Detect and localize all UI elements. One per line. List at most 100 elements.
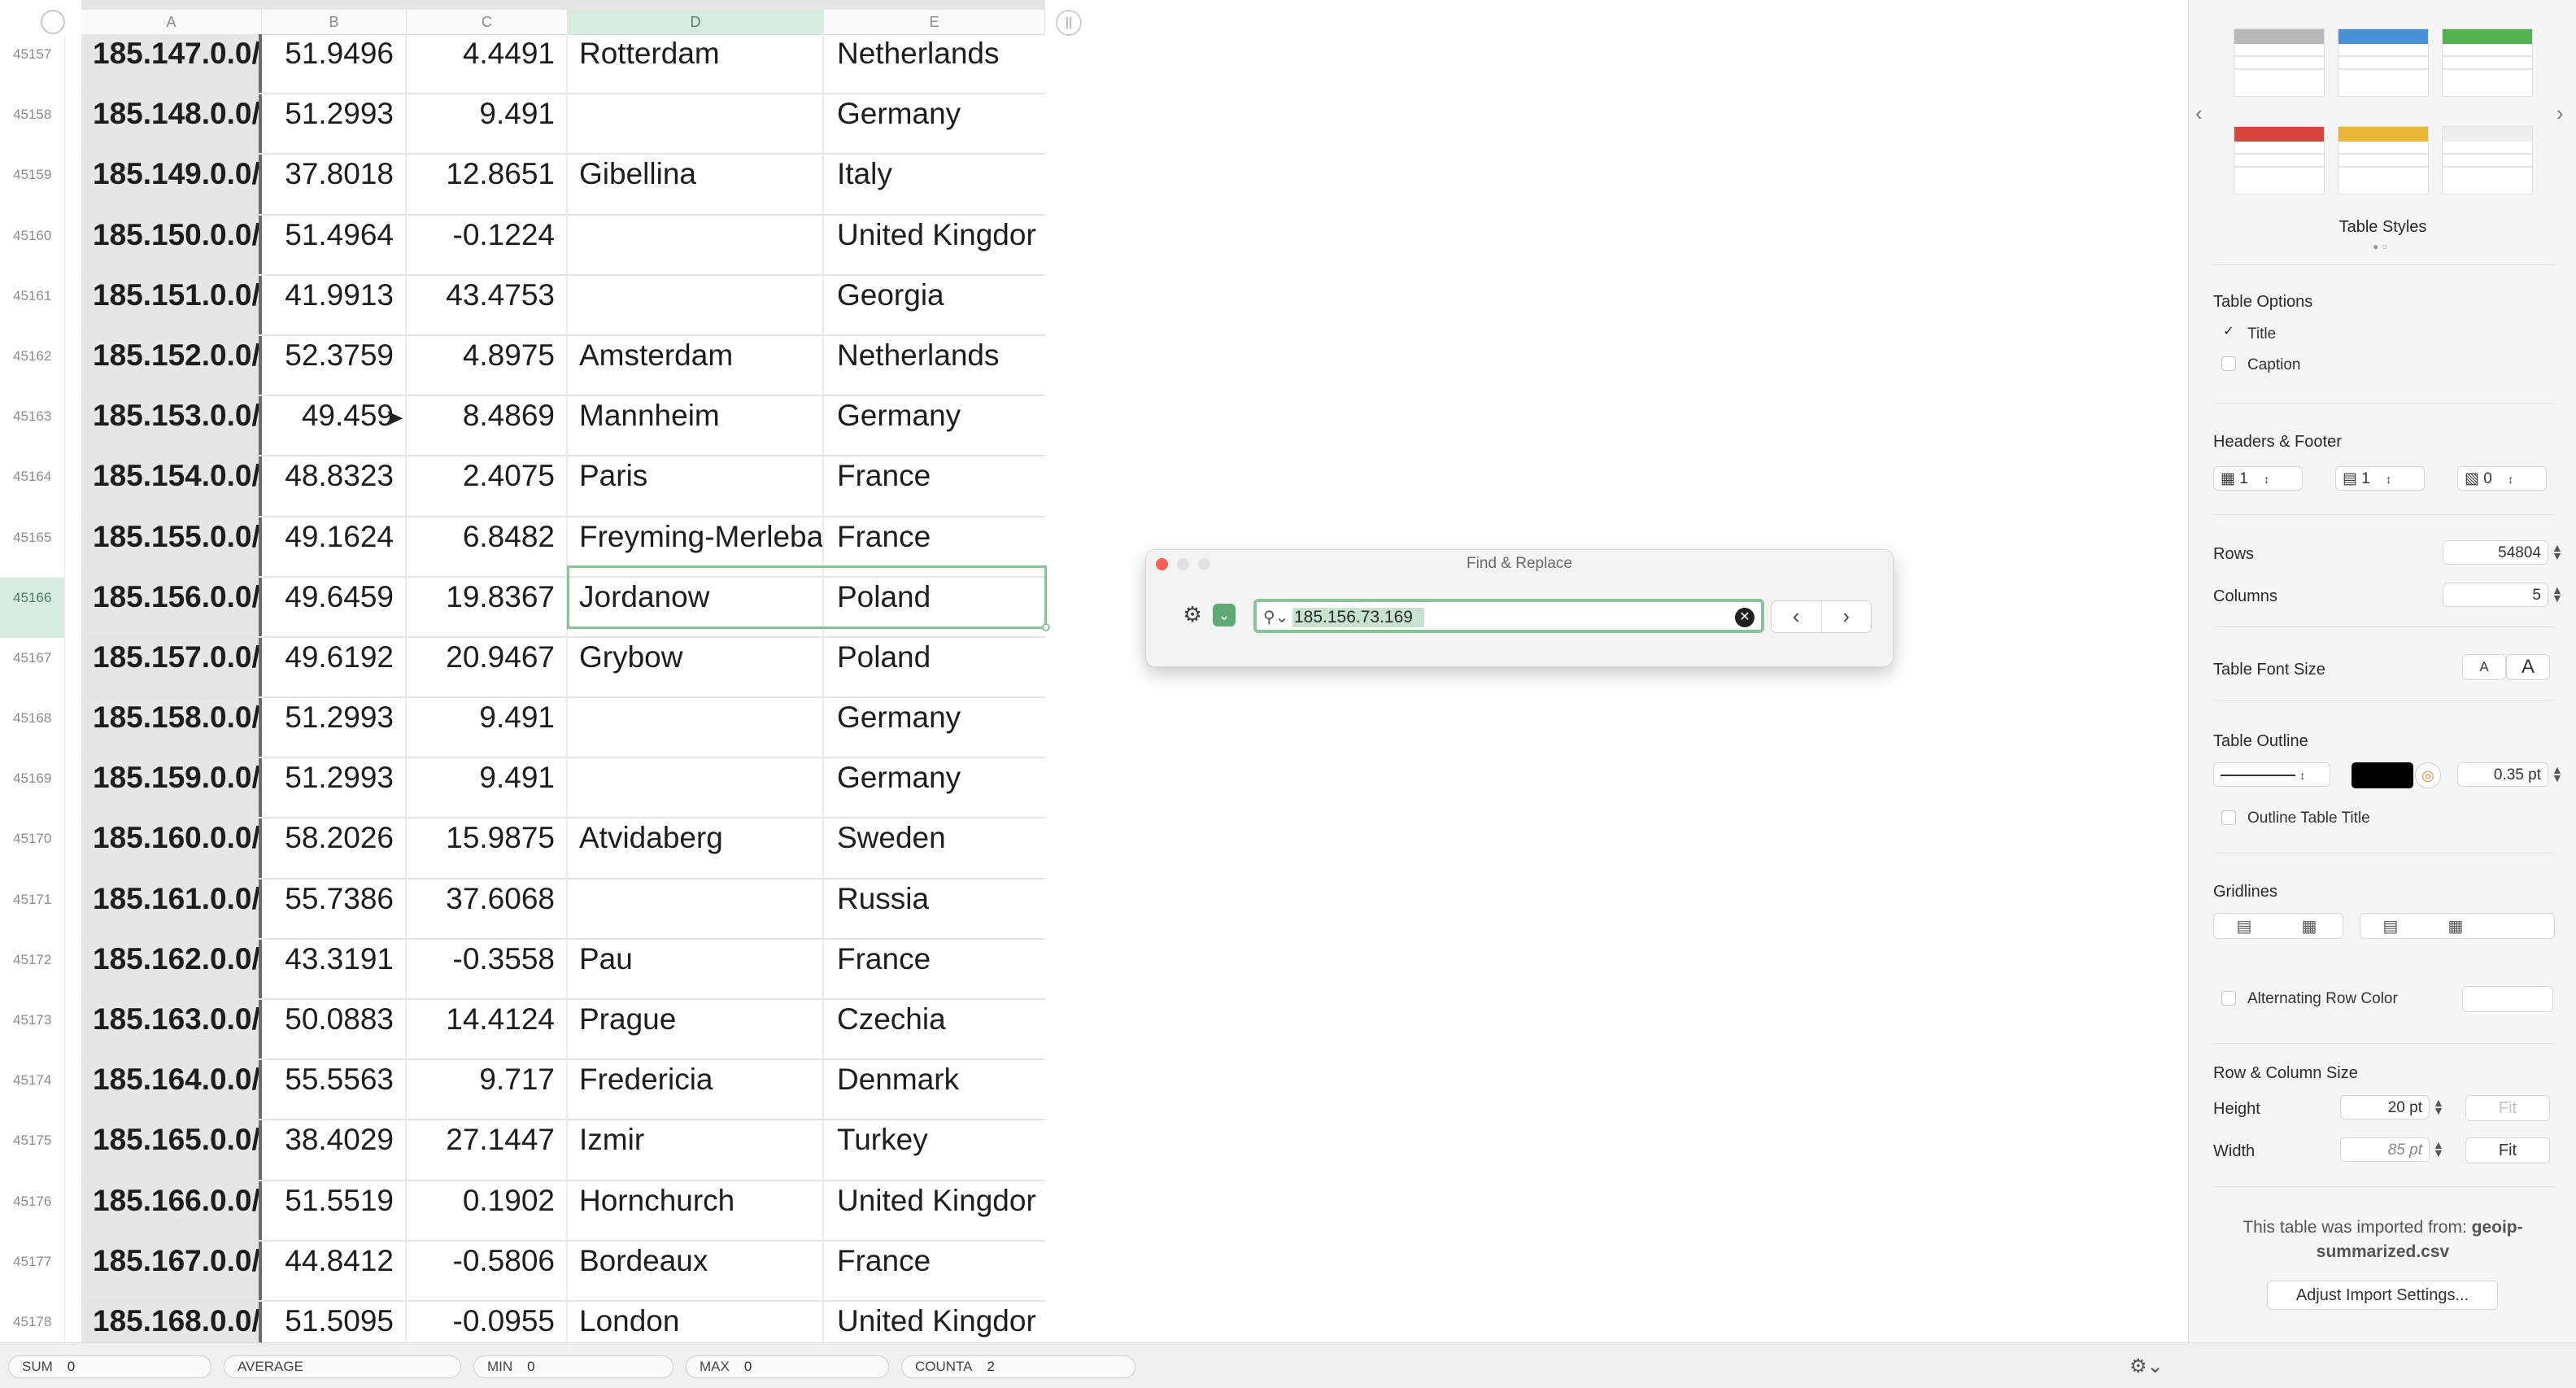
- counta-stat[interactable]: COUNTA 2: [901, 1355, 1135, 1378]
- table-row[interactable]: 185.150.0.0/51.4964 -0.1224 United Kingdor: [81, 215, 1045, 276]
- table-cell[interactable]: 43.3191: [262, 939, 407, 998]
- table-cell[interactable]: 50.0883: [262, 1000, 407, 1059]
- table-cell[interactable]: Izmir: [568, 1120, 824, 1180]
- outline-title-checkbox[interactable]: [2221, 810, 2236, 825]
- height-fit-button[interactable]: Fit: [2465, 1095, 2550, 1121]
- table-cell[interactable]: [568, 94, 824, 154]
- table-row[interactable]: 185.155.0.0/49.1624 6.8482 Freyming-Merleb…: [81, 517, 1045, 578]
- table-cell[interactable]: Jordanow: [568, 577, 824, 636]
- row-number[interactable]: 45158: [0, 94, 65, 155]
- table-cell[interactable]: 52.3759: [262, 335, 407, 395]
- caption-checkbox[interactable]: [2221, 356, 2236, 371]
- find-navigation[interactable]: ‹ ›: [1771, 600, 1872, 633]
- table-cell[interactable]: France: [824, 456, 1045, 515]
- table-cell[interactable]: 0.1902: [407, 1181, 568, 1240]
- table-cell[interactable]: France: [824, 517, 1045, 576]
- table-cell[interactable]: Poland: [824, 578, 1045, 636]
- format-inspector[interactable]: ‹ › Table Styles ● ○ Table Options ✓ Tit…: [2188, 0, 2576, 1342]
- table-cell[interactable]: France: [824, 1242, 1045, 1300]
- row-number[interactable]: 45166: [0, 577, 65, 638]
- table-cell[interactable]: 4.8975: [407, 335, 568, 395]
- table-row[interactable]: 185.149.0.0/37.8018 12.8651 Gibellina Italy: [81, 155, 1045, 216]
- table-cell[interactable]: Pau: [568, 939, 824, 998]
- row-number[interactable]: 45177: [0, 1241, 65, 1302]
- find-mode-dropdown[interactable]: ⌄: [1213, 604, 1236, 626]
- row-number[interactable]: 45170: [0, 818, 65, 880]
- table-cell[interactable]: 185.166.0.0/: [81, 1181, 262, 1240]
- table-row[interactable]: 185.163.0.0/50.0883 14.4124 Prague Czechia: [81, 1000, 1045, 1061]
- table-row[interactable]: 185.167.0.0/44.8412 -0.5806 Bordeaux France: [81, 1241, 1045, 1302]
- max-stat[interactable]: MAX 0: [686, 1355, 889, 1378]
- table-cell[interactable]: 51.2993: [262, 94, 407, 154]
- table-cell[interactable]: Germany: [824, 758, 1045, 817]
- table-cell[interactable]: 185.157.0.0/: [81, 637, 262, 697]
- table-cell[interactable]: Hornchurch: [568, 1181, 824, 1240]
- row-number[interactable]: 45165: [0, 517, 65, 578]
- alternating-row-color-well[interactable]: [2462, 986, 2553, 1012]
- gear-icon[interactable]: ⚙: [1180, 602, 1205, 626]
- table-row[interactable]: 185.154.0.0/48.8323 2.4075 Paris France: [81, 456, 1045, 517]
- column-header[interactable]: C: [407, 10, 568, 34]
- table-cell[interactable]: 55.5563: [262, 1060, 407, 1120]
- table-cell[interactable]: Gibellina: [568, 155, 824, 214]
- table-cell[interactable]: 185.160.0.0/: [81, 818, 262, 878]
- table-cell[interactable]: 185.148.0.0/: [81, 94, 262, 154]
- row-number[interactable]: 45171: [0, 879, 65, 940]
- table-cell[interactable]: Italy: [824, 155, 1045, 213]
- find-replace-window[interactable]: Find & Replace ⚙ ⌄ ⚲⌄ ✕ ‹ ›: [1145, 549, 1894, 667]
- table-cell[interactable]: 9.491: [407, 698, 568, 757]
- table-cell[interactable]: 185.150.0.0/: [81, 215, 262, 274]
- table-cell[interactable]: Poland: [824, 638, 1045, 696]
- table-cell[interactable]: 51.2993: [262, 758, 407, 818]
- find-search-field[interactable]: ⚲⌄ ✕: [1253, 599, 1764, 633]
- columns-field[interactable]: 5: [2443, 583, 2548, 607]
- row-number[interactable]: 45162: [0, 335, 65, 397]
- table-cell[interactable]: 37.6068: [407, 879, 568, 938]
- table-cell[interactable]: 41.9913: [262, 275, 407, 334]
- table-style-5[interactable]: [2338, 126, 2429, 194]
- gear-icon[interactable]: ⚙⌄: [2129, 1355, 2164, 1378]
- table-row[interactable]: 185.147.0.0/51.9496 4.4491 Rotterdam Nether…: [81, 34, 1045, 95]
- table-cell[interactable]: [568, 879, 824, 938]
- chevron-right-icon[interactable]: ›: [1820, 601, 1872, 632]
- table-cell[interactable]: Grybow: [568, 637, 824, 697]
- table-cell[interactable]: 185.156.0.0/: [81, 577, 262, 636]
- table-style-2[interactable]: [2338, 28, 2429, 97]
- table-cell[interactable]: 185.152.0.0/: [81, 335, 262, 395]
- selection-resize-handle[interactable]: [1042, 623, 1050, 631]
- table-cell[interactable]: 14.4124: [407, 1000, 568, 1059]
- table-cell[interactable]: Georgia: [824, 276, 1045, 334]
- horizontal-gridlines-icon[interactable]: ▤: [2229, 916, 2259, 936]
- average-stat[interactable]: AVERAGE: [224, 1355, 461, 1378]
- table-cell[interactable]: Denmark: [824, 1060, 1045, 1119]
- table-cell[interactable]: Fredericia: [568, 1060, 824, 1120]
- table-cell[interactable]: 12.8651: [407, 155, 568, 214]
- table-cell[interactable]: Amsterdam: [568, 335, 824, 395]
- table-cell[interactable]: 185.147.0.0/: [81, 34, 262, 94]
- width-fit-button[interactable]: Fit: [2465, 1137, 2550, 1163]
- outline-color-well[interactable]: [2352, 762, 2413, 788]
- table-row[interactable]: 185.160.0.0/58.2026 15.9875 Atvidaberg Swed…: [81, 818, 1045, 880]
- column-header[interactable]: D: [568, 10, 824, 34]
- table-cell[interactable]: 185.151.0.0/: [81, 275, 262, 334]
- table-cell[interactable]: -0.1224: [407, 215, 568, 274]
- table-cell[interactable]: Germany: [824, 94, 1045, 153]
- alternating-row-checkbox[interactable]: [2221, 991, 2236, 1006]
- footer-rows-stepper[interactable]: ▧ 0 ↕: [2457, 466, 2547, 491]
- row-number[interactable]: 45161: [0, 275, 65, 336]
- table-cell[interactable]: 38.4029: [262, 1120, 407, 1180]
- row-number[interactable]: 45172: [0, 939, 65, 1000]
- page-dots[interactable]: ● ○: [2373, 241, 2387, 252]
- row-number[interactable]: 45160: [0, 215, 65, 276]
- table-cell[interactable]: Netherlands: [824, 34, 1045, 93]
- table-row[interactable]: 185.164.0.0/55.5563 9.717 Fredericia Denmar…: [81, 1060, 1045, 1121]
- decrease-font-button[interactable]: A: [2462, 654, 2506, 680]
- table-cell[interactable]: [568, 698, 824, 757]
- table-cell[interactable]: 6.8482: [407, 517, 568, 576]
- table-row[interactable]: 185.159.0.0/51.2993 9.491 Germany: [81, 758, 1045, 819]
- table-cell[interactable]: 49.6192: [262, 637, 407, 697]
- chevron-left-icon[interactable]: ‹: [2195, 101, 2203, 126]
- rows-field[interactable]: 54804: [2443, 540, 2548, 565]
- title-checkbox[interactable]: ✓: [2221, 325, 2236, 340]
- table-cell[interactable]: Czechia: [824, 1000, 1045, 1058]
